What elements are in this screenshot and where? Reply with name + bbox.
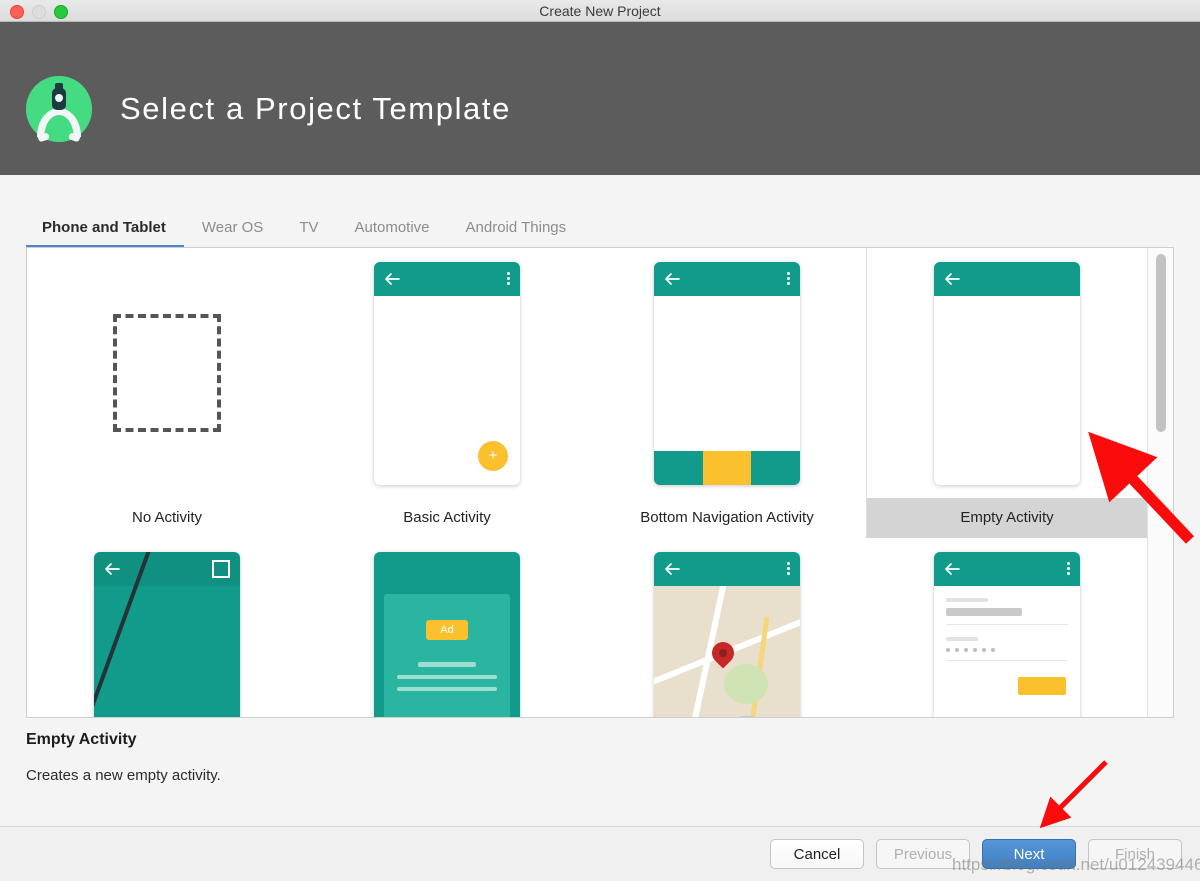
template-card-login-activity[interactable]: [867, 538, 1147, 717]
phone-mockup: [654, 261, 800, 485]
android-studio-logo-icon: [24, 74, 94, 144]
ad-badge: Ad: [426, 619, 468, 640]
app-bar: [654, 551, 800, 586]
overflow-menu-icon: [787, 562, 790, 575]
app-bar: [374, 261, 520, 296]
template-thumbnail: [27, 538, 307, 717]
scrollbar-thumb[interactable]: [1156, 254, 1166, 432]
template-card-no-activity[interactable]: No Activity: [27, 248, 307, 538]
map-preview: [654, 585, 800, 717]
category-tabs: Phone and Tablet Wear OS TV Automotive A…: [0, 200, 1200, 248]
phone-mockup: [934, 551, 1080, 717]
back-arrow-icon: [385, 272, 400, 285]
arrow-pointing-to-next-button: [1039, 760, 1108, 829]
template-label-selected: Empty Activity: [867, 498, 1147, 538]
template-grid: No Activity + Basic Activity Bottom Navi…: [27, 248, 1148, 717]
phone-mockup: [654, 551, 800, 717]
tab-wear-os[interactable]: Wear OS: [184, 219, 281, 248]
template-thumbnail: [867, 538, 1147, 717]
login-form-preview: [934, 585, 1080, 717]
back-arrow-icon: [945, 272, 960, 285]
template-card-basic-activity[interactable]: + Basic Activity: [307, 248, 587, 538]
template-card-empty-activity[interactable]: Empty Activity: [866, 248, 1148, 539]
window-title: Create New Project: [539, 3, 661, 19]
template-grid-scrollbar[interactable]: [1147, 248, 1173, 717]
phone-mockup: Ad: [374, 551, 520, 717]
page-title: Select a Project Template: [120, 91, 511, 126]
password-dots: [946, 647, 1068, 652]
app-bar: [934, 551, 1080, 586]
submit-button-preview: [1018, 676, 1066, 695]
bottom-navigation-bar: [654, 450, 800, 485]
floating-action-button-icon: +: [478, 440, 508, 471]
cancel-button[interactable]: Cancel: [770, 839, 864, 869]
back-arrow-icon: [665, 272, 680, 285]
template-thumbnail: [867, 248, 1147, 498]
template-card-google-maps-activity[interactable]: [587, 538, 867, 717]
template-card-fullscreen-activity[interactable]: [27, 538, 307, 717]
app-bar: [934, 261, 1080, 296]
tab-phone-and-tablet[interactable]: Phone and Tablet: [26, 219, 184, 248]
template-card-bottom-navigation-activity[interactable]: Bottom Navigation Activity: [587, 248, 867, 538]
tab-tv[interactable]: TV: [281, 219, 336, 248]
watermark-text: https://blog.csdn.net/u012439446: [952, 855, 1200, 874]
tab-automotive[interactable]: Automotive: [336, 219, 447, 248]
phone-mockup: [94, 551, 240, 717]
phone-mockup: +: [374, 261, 520, 485]
template-thumbnail: +: [307, 248, 587, 498]
template-label: Basic Activity: [403, 509, 491, 526]
selected-template-description: Creates a new empty activity.: [26, 767, 221, 784]
back-arrow-icon: [105, 562, 120, 575]
selected-template-title: Empty Activity: [26, 731, 137, 748]
template-grid-panel: No Activity + Basic Activity Bottom Navi…: [26, 247, 1174, 718]
template-thumbnail: Ad: [307, 538, 587, 717]
back-arrow-icon: [665, 562, 680, 575]
app-bar: [654, 261, 800, 296]
overflow-menu-icon: [787, 272, 790, 285]
template-thumbnail: [587, 248, 867, 498]
template-label: No Activity: [131, 509, 203, 526]
create-new-project-dialog: Create New Project Select a Project Temp…: [0, 0, 1200, 881]
dashed-square-icon: [113, 314, 221, 432]
template-thumbnail: [587, 538, 867, 717]
app-bar: [94, 551, 240, 586]
overflow-menu-icon: [507, 272, 510, 285]
template-thumbnail: [27, 248, 307, 498]
back-arrow-icon: [945, 562, 960, 575]
template-label: Bottom Navigation Activity: [640, 509, 814, 526]
tab-android-things[interactable]: Android Things: [448, 219, 585, 248]
fullscreen-icon: [212, 559, 230, 578]
overflow-menu-icon: [1067, 562, 1070, 575]
ad-card: Ad: [384, 593, 510, 717]
window-titlebar: Create New Project: [0, 0, 1200, 22]
phone-mockup: [934, 261, 1080, 485]
template-card-ad-activity[interactable]: Ad: [307, 538, 587, 717]
dialog-header: Select a Project Template: [0, 22, 1200, 175]
